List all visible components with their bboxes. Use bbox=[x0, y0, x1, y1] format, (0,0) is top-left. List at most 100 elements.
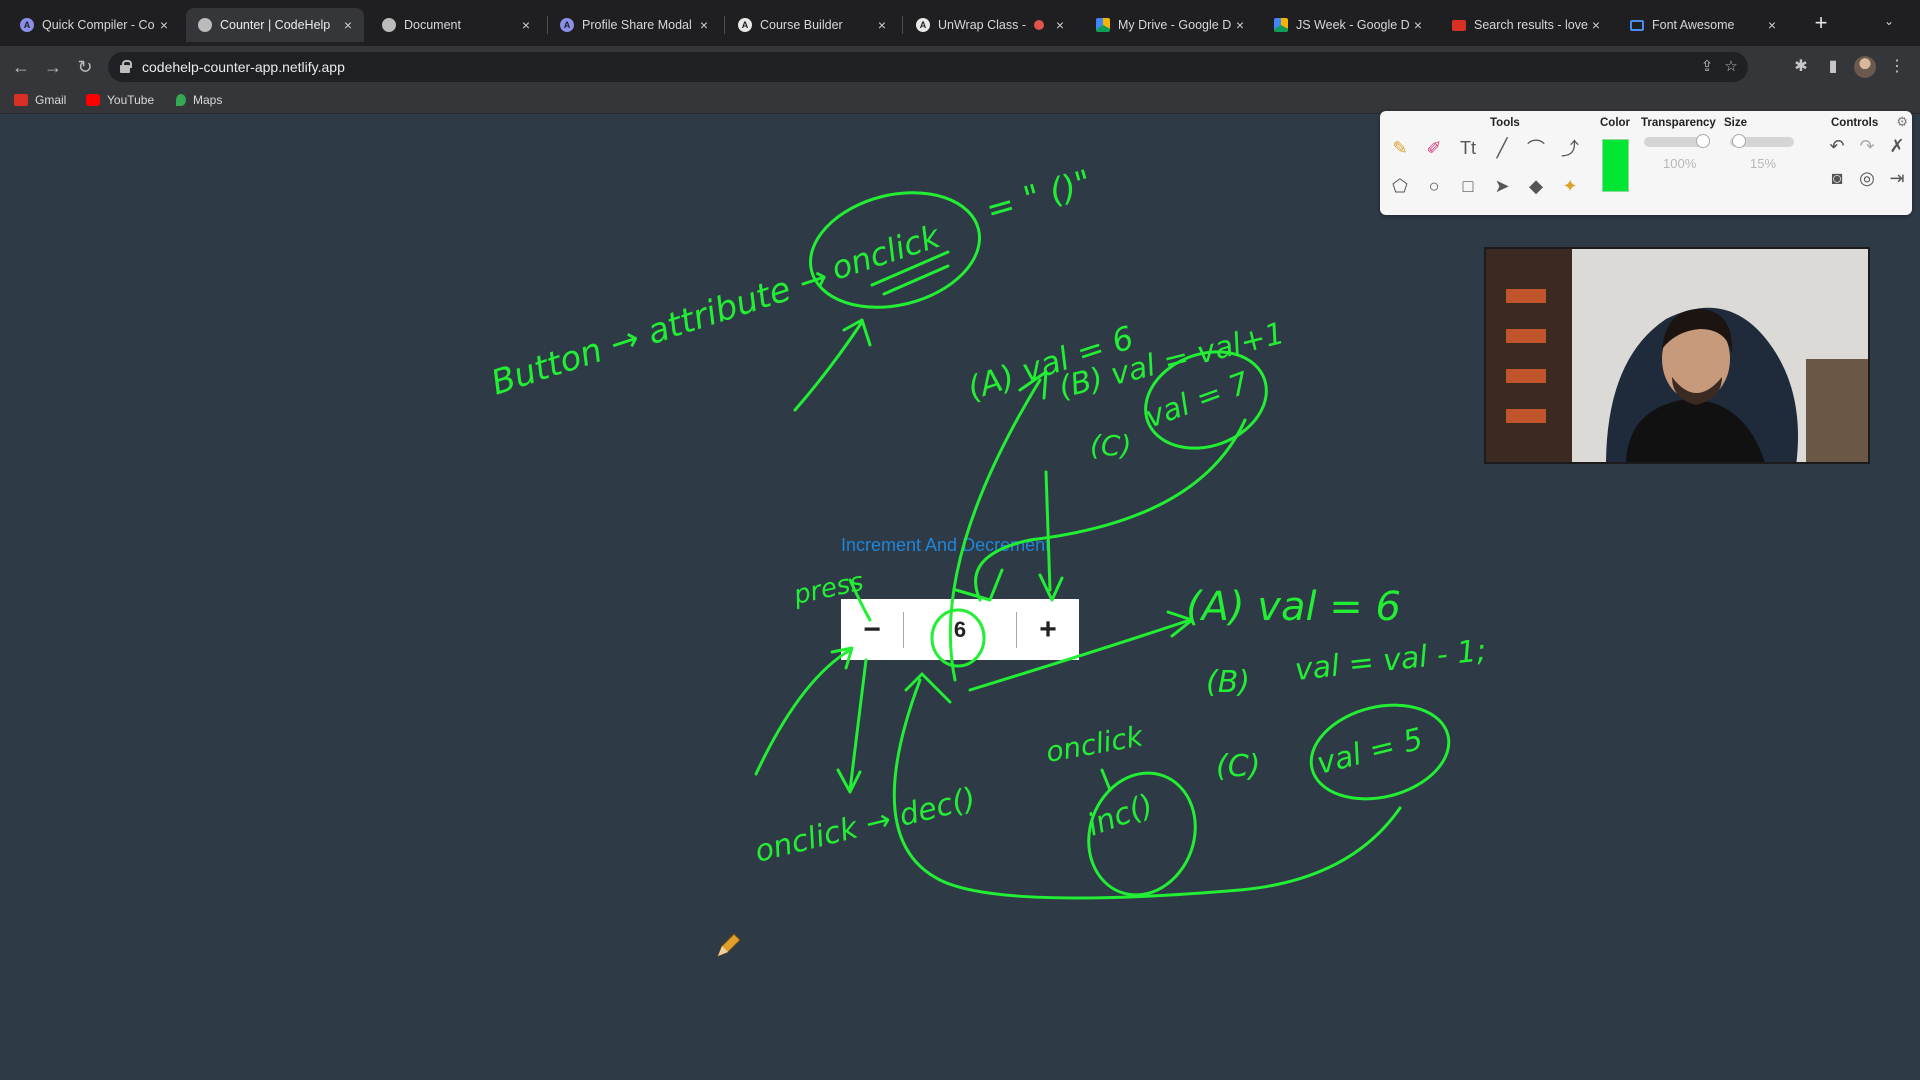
selected-color-swatch[interactable] bbox=[1602, 139, 1629, 192]
pencil-icon[interactable]: ✎ bbox=[1387, 135, 1413, 161]
rectangle-icon[interactable]: □ bbox=[1455, 173, 1481, 199]
page-title: Increment And Decrement bbox=[841, 535, 1051, 555]
url-text[interactable]: codehelp-counter-app.netlify.app bbox=[142, 59, 345, 75]
ink-underline bbox=[870, 250, 950, 296]
close-icon[interactable]: × bbox=[874, 17, 890, 33]
line-icon[interactable]: ╱ bbox=[1489, 135, 1515, 161]
tab-document[interactable]: Document × bbox=[370, 8, 542, 42]
tab-search-chevron-icon[interactable]: ⌄ bbox=[1884, 14, 1894, 28]
tab-profile-share-modal[interactable]: A Profile Share Modal × bbox=[548, 8, 720, 42]
annotation-toolbar: Tools Color Transparency Size Controls ⚙… bbox=[1380, 111, 1912, 215]
ink-curve-val7-to-value bbox=[954, 418, 1247, 602]
menu-kebab-icon[interactable]: ⋮ bbox=[1886, 56, 1908, 78]
clear-icon[interactable]: ✗ bbox=[1884, 133, 1910, 159]
circle-icon[interactable]: ○ bbox=[1421, 173, 1447, 199]
marker-icon[interactable]: ✐ bbox=[1421, 135, 1447, 161]
connector-icon[interactable]: ⤴ bbox=[1557, 135, 1583, 161]
tab-title: My Drive - Google D bbox=[1118, 18, 1232, 32]
tab-bar: A Quick Compiler - Co × Counter | CodeHe… bbox=[0, 0, 1920, 46]
slider-knob[interactable] bbox=[1732, 134, 1746, 148]
tab-title: Font Awesome bbox=[1652, 18, 1735, 32]
counter-value: 6 bbox=[953, 616, 967, 642]
tab-title: Quick Compiler - Co bbox=[42, 18, 155, 32]
tab-course-builder[interactable]: A Course Builder × bbox=[726, 8, 898, 42]
tab-separator bbox=[902, 16, 903, 34]
codehelp-logo-icon: A bbox=[560, 18, 574, 32]
curve-icon[interactable]: ⌒ bbox=[1523, 135, 1549, 161]
close-icon[interactable]: × bbox=[340, 17, 356, 33]
bookmark-maps[interactable]: Maps bbox=[176, 93, 222, 107]
camera-icon[interactable]: ◙ bbox=[1824, 165, 1850, 191]
exit-icon[interactable]: ⇥ bbox=[1884, 165, 1910, 191]
bookmark-gmail[interactable]: Gmail bbox=[14, 93, 66, 107]
webcam-frame bbox=[1486, 249, 1868, 462]
bookmark-label: Maps bbox=[193, 93, 223, 107]
bookmark-label: Gmail bbox=[35, 93, 67, 107]
text-icon[interactable]: Tt bbox=[1455, 135, 1481, 161]
tab-title: Search results - love bbox=[1474, 18, 1588, 32]
handwriting-onclick-top: onclick bbox=[827, 217, 946, 288]
tab-title: Counter | CodeHelp bbox=[220, 18, 331, 32]
pointer-icon[interactable]: ➤ bbox=[1489, 173, 1515, 199]
reload-icon[interactable]: ↻ bbox=[72, 54, 98, 80]
tab-unwrap-class[interactable]: A UnWrap Class - × bbox=[904, 8, 1076, 42]
share-icon[interactable]: ⇪ bbox=[1698, 58, 1716, 76]
transparency-slider[interactable] bbox=[1644, 134, 1710, 148]
eraser-icon[interactable]: ◆ bbox=[1523, 173, 1549, 199]
controls-label: Controls bbox=[1831, 117, 1879, 129]
hide-eye-icon[interactable]: ◎ bbox=[1854, 165, 1880, 191]
close-icon[interactable]: × bbox=[1588, 17, 1604, 33]
close-icon[interactable]: × bbox=[518, 17, 534, 33]
side-panel-icon[interactable]: ▮ bbox=[1822, 56, 1844, 78]
ink-ellipse-inc bbox=[1087, 771, 1197, 897]
handwriting-b-step: (B) val = val+1 bbox=[1055, 316, 1288, 406]
handwriting-button-attribute: Button → attribute → bbox=[486, 257, 833, 404]
tab-title: Course Builder bbox=[760, 18, 843, 32]
browser-toolbar: ← → ↻ codehelp-counter-app.netlify.app ⇪… bbox=[0, 46, 1920, 88]
tab-js-week[interactable]: JS Week - Google D × bbox=[1262, 8, 1434, 42]
close-icon[interactable]: × bbox=[1764, 17, 1780, 33]
undo-icon[interactable]: ↶ bbox=[1824, 133, 1850, 159]
handwriting-b-right: (B) bbox=[1206, 665, 1250, 700]
increment-button[interactable]: + bbox=[1017, 599, 1079, 660]
highlighter-icon[interactable]: ✦ bbox=[1557, 173, 1583, 199]
close-icon[interactable]: × bbox=[1232, 17, 1248, 33]
tab-quick-compiler[interactable]: A Quick Compiler - Co × bbox=[8, 8, 180, 42]
circle-logo-icon: A bbox=[738, 18, 752, 32]
globe-icon bbox=[198, 18, 212, 32]
maps-pin-icon bbox=[176, 94, 186, 106]
forward-icon[interactable]: → bbox=[40, 54, 66, 80]
new-tab-button[interactable]: + bbox=[1808, 10, 1834, 36]
handwriting-inc-fn: inc() bbox=[1083, 788, 1158, 844]
tab-title: UnWrap Class - bbox=[938, 18, 1026, 32]
tab-my-drive[interactable]: My Drive - Google D × bbox=[1084, 8, 1256, 42]
handwriting-b-right-expr: val = val - 1; bbox=[1293, 633, 1488, 688]
tab-font-awesome[interactable]: Font Awesome × bbox=[1618, 8, 1788, 42]
close-icon[interactable]: × bbox=[1410, 17, 1426, 33]
tab-counter-codehelp[interactable]: Counter | CodeHelp × bbox=[186, 8, 364, 42]
bookmark-star-icon[interactable]: ☆ bbox=[1722, 58, 1740, 76]
close-icon[interactable]: × bbox=[696, 17, 712, 33]
handwriting-equals-quote: = " ()" bbox=[981, 162, 1096, 230]
color-label: Color bbox=[1600, 117, 1631, 129]
handwriting-c-step: (C) bbox=[1090, 429, 1131, 462]
size-slider[interactable] bbox=[1730, 134, 1794, 148]
close-icon[interactable]: × bbox=[156, 17, 172, 33]
ink-ellipse-onclick bbox=[809, 191, 981, 309]
redo-icon[interactable]: ↷ bbox=[1854, 133, 1880, 159]
google-drive-icon bbox=[1096, 18, 1110, 32]
tab-title: Document bbox=[404, 18, 461, 32]
gear-icon[interactable]: ⚙ bbox=[1896, 114, 1908, 130]
extensions-puzzle-icon[interactable]: ✱ bbox=[1790, 56, 1812, 78]
tab-search-results[interactable]: Search results - love × bbox=[1440, 8, 1612, 42]
pentagon-icon[interactable]: ⬠ bbox=[1387, 173, 1413, 199]
slider-knob[interactable] bbox=[1696, 134, 1710, 148]
decrement-button[interactable]: − bbox=[841, 599, 903, 660]
back-icon[interactable]: ← bbox=[8, 54, 34, 80]
webcam-video bbox=[1484, 247, 1870, 464]
address-bar[interactable]: codehelp-counter-app.netlify.app ⇪ ☆ bbox=[108, 52, 1748, 82]
flag-icon bbox=[1630, 19, 1644, 31]
close-icon[interactable]: × bbox=[1052, 17, 1068, 33]
profile-avatar[interactable] bbox=[1854, 56, 1876, 78]
bookmark-youtube[interactable]: YouTube bbox=[86, 93, 154, 107]
